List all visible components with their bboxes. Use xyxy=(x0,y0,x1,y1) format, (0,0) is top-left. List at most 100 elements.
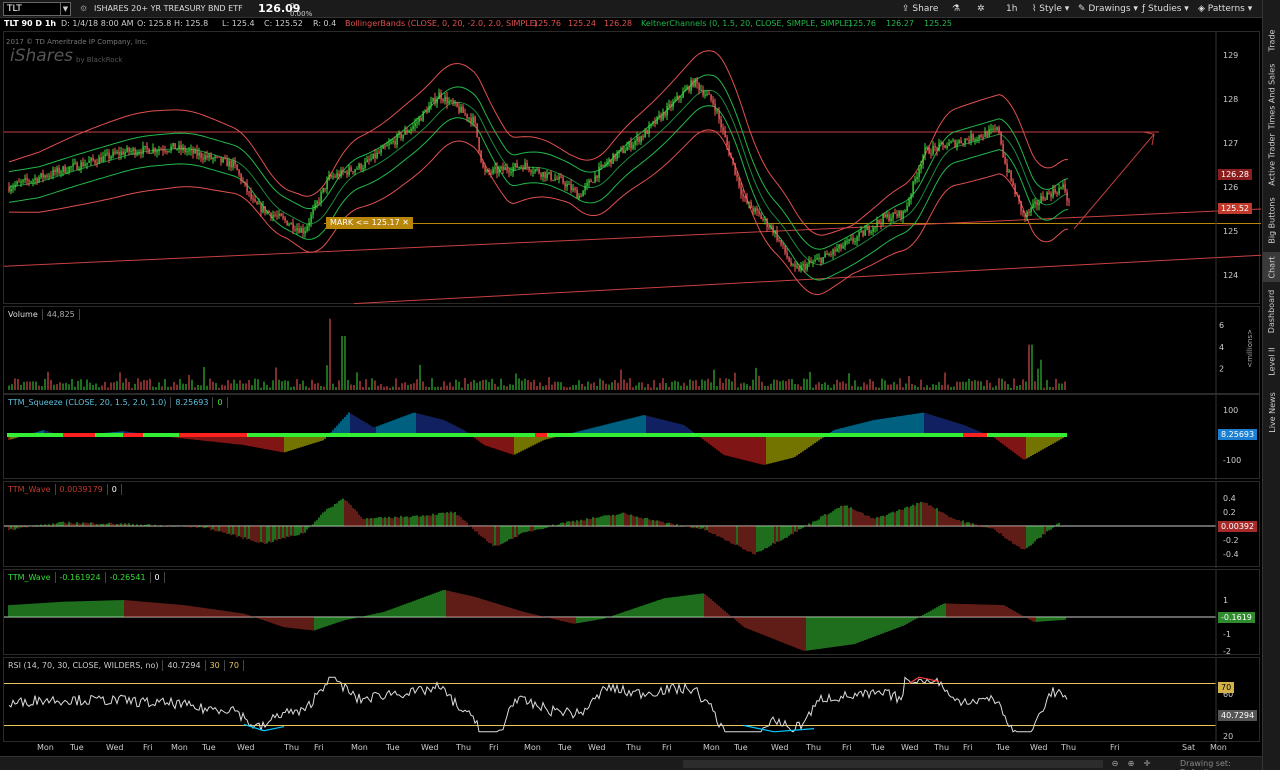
candle xyxy=(1032,203,1034,208)
chevron-down-icon[interactable]: ▼ xyxy=(60,3,70,15)
volume-panel[interactable]: Volume 44,825 642 <millions> xyxy=(3,306,1260,395)
squeeze-dot xyxy=(555,433,559,437)
squeeze-dot xyxy=(387,433,391,437)
candle xyxy=(284,217,286,221)
bollinger-lower-line xyxy=(9,129,1069,296)
squeeze-dot xyxy=(219,433,223,437)
studies-button[interactable]: ƒ Studies ▾ xyxy=(1142,2,1189,16)
squeeze-dot xyxy=(271,433,275,437)
squeeze-dot xyxy=(859,433,863,437)
candle xyxy=(302,228,304,234)
zoom-in-icon[interactable]: ⊕ xyxy=(1124,759,1138,769)
patterns-button[interactable]: ◈ Patterns ▾ xyxy=(1198,2,1252,16)
symbol-description: ISHARES 20+ YR TREASURY BND ETF xyxy=(94,4,243,13)
side-tab-big-buttons[interactable]: Big Buttons xyxy=(1263,195,1280,245)
candle xyxy=(1022,211,1024,214)
candle xyxy=(244,181,246,184)
candle xyxy=(42,173,44,178)
wave1-panel[interactable]: TTM_Wave 0.0039179 0 0.4 0.2 -0.2 -0.4 0.00… xyxy=(3,481,1260,568)
wave2-tick-label: -1 xyxy=(1223,630,1231,639)
squeeze-dot xyxy=(711,433,715,437)
candle xyxy=(12,187,14,189)
candle xyxy=(238,170,240,174)
mark-label[interactable]: MARK <= 125.17 ✕ xyxy=(326,217,413,229)
candle xyxy=(932,145,934,155)
candle xyxy=(28,180,30,182)
candle xyxy=(782,244,784,246)
side-tab-level-ii[interactable]: Level II xyxy=(1263,342,1280,380)
side-tab-chart[interactable]: Chart xyxy=(1263,252,1280,282)
candle xyxy=(84,164,86,167)
price-chart[interactable]: 129 128 127 126 125 124 xyxy=(4,32,1261,305)
candle xyxy=(682,91,684,98)
candle xyxy=(106,152,108,155)
candle xyxy=(66,172,68,174)
candle xyxy=(966,138,968,140)
keltner-label[interactable]: KeltnerChannels (0, 1.5, 20, CLOSE, SIMP… xyxy=(641,18,852,30)
squeeze-dot xyxy=(339,433,343,437)
side-tab-live-news[interactable]: Live News xyxy=(1263,386,1280,438)
crosshair-icon[interactable]: ✛ xyxy=(1140,759,1154,769)
side-tab-times-and-sales[interactable]: Times And Sales xyxy=(1263,62,1280,130)
squeeze-dot xyxy=(135,433,139,437)
squeeze-dot xyxy=(807,433,811,437)
squeeze-dot xyxy=(431,433,435,437)
close-icon[interactable]: ✕ xyxy=(402,218,409,227)
side-tab-active-trader[interactable]: Active Trader xyxy=(1263,130,1280,188)
price-panel[interactable]: 2017 © TD Ameritrade IP Company, Inc. iS… xyxy=(3,31,1261,305)
candle xyxy=(94,160,96,163)
symbol-input[interactable]: TLT ▼ xyxy=(3,2,71,16)
style-button[interactable]: ⌇ Style ▾ xyxy=(1032,2,1069,16)
candle xyxy=(376,152,378,158)
squeeze-dot xyxy=(1015,433,1019,437)
squeeze-dot xyxy=(583,433,587,437)
chart-scrollbar[interactable] xyxy=(683,760,1103,768)
squeeze-panel[interactable]: TTM_Squeeze (CLOSE, 20, 1.5, 2.0, 1.0) 8… xyxy=(3,394,1260,480)
time-axis-label: Fri xyxy=(314,743,324,752)
candle xyxy=(92,157,94,161)
candle xyxy=(904,210,906,212)
candle xyxy=(276,215,278,217)
candle xyxy=(748,202,750,204)
candle xyxy=(1064,184,1066,192)
squeeze-dot xyxy=(435,433,439,437)
candle xyxy=(964,138,966,144)
side-tab-dashboard[interactable]: Dashboard xyxy=(1263,286,1280,336)
drawing-set-label[interactable]: Drawing set: Default xyxy=(1180,759,1262,770)
candle xyxy=(990,128,992,130)
squeeze-tick-label: -100 xyxy=(1223,456,1241,465)
side-tab-trade[interactable]: Trade xyxy=(1263,20,1280,60)
candle xyxy=(986,131,988,137)
candle xyxy=(816,258,818,260)
squeeze-dot xyxy=(507,433,511,437)
wave2-panel[interactable]: TTM_Wave -0.161924 -0.26541 0 1 -1 -2 -0.1… xyxy=(3,569,1260,656)
candle xyxy=(536,168,538,170)
drawings-button[interactable]: ✎ Drawings ▾ xyxy=(1078,2,1138,16)
candle xyxy=(508,170,510,173)
bollinger-label[interactable]: BollingerBands (CLOSE, 0, 20, -2.0, 2.0,… xyxy=(345,18,538,30)
candle xyxy=(38,177,40,182)
candle xyxy=(884,214,886,217)
candle xyxy=(796,266,798,268)
zoom-out-icon[interactable]: ⊖ xyxy=(1108,759,1122,769)
settings-icon[interactable]: ⚙ xyxy=(80,0,87,18)
squeeze-dot xyxy=(375,433,379,437)
squeeze-dot xyxy=(591,433,595,437)
candle xyxy=(190,149,192,151)
candle xyxy=(394,140,396,145)
candle xyxy=(258,203,260,205)
time-axis-label: Mon xyxy=(703,743,720,752)
squeeze-dot xyxy=(815,433,819,437)
rsi-panel[interactable]: RSI (14, 70, 30, CLOSE, WILDERS, no) 40.… xyxy=(3,657,1260,743)
interval-button[interactable]: 1h xyxy=(1006,2,1017,16)
gear-icon[interactable]: ✲ xyxy=(977,2,985,16)
candle xyxy=(460,106,462,113)
squeeze-dot xyxy=(407,433,411,437)
squeeze-dot xyxy=(35,433,39,437)
chart-study-label[interactable]: TLT 90 D 1h xyxy=(4,18,56,30)
share-button[interactable]: ⇪ Share xyxy=(902,2,938,16)
candle xyxy=(806,263,808,270)
squeeze-dot xyxy=(539,433,543,437)
candle xyxy=(20,181,22,183)
flask-icon[interactable]: ⚗ xyxy=(952,2,960,16)
